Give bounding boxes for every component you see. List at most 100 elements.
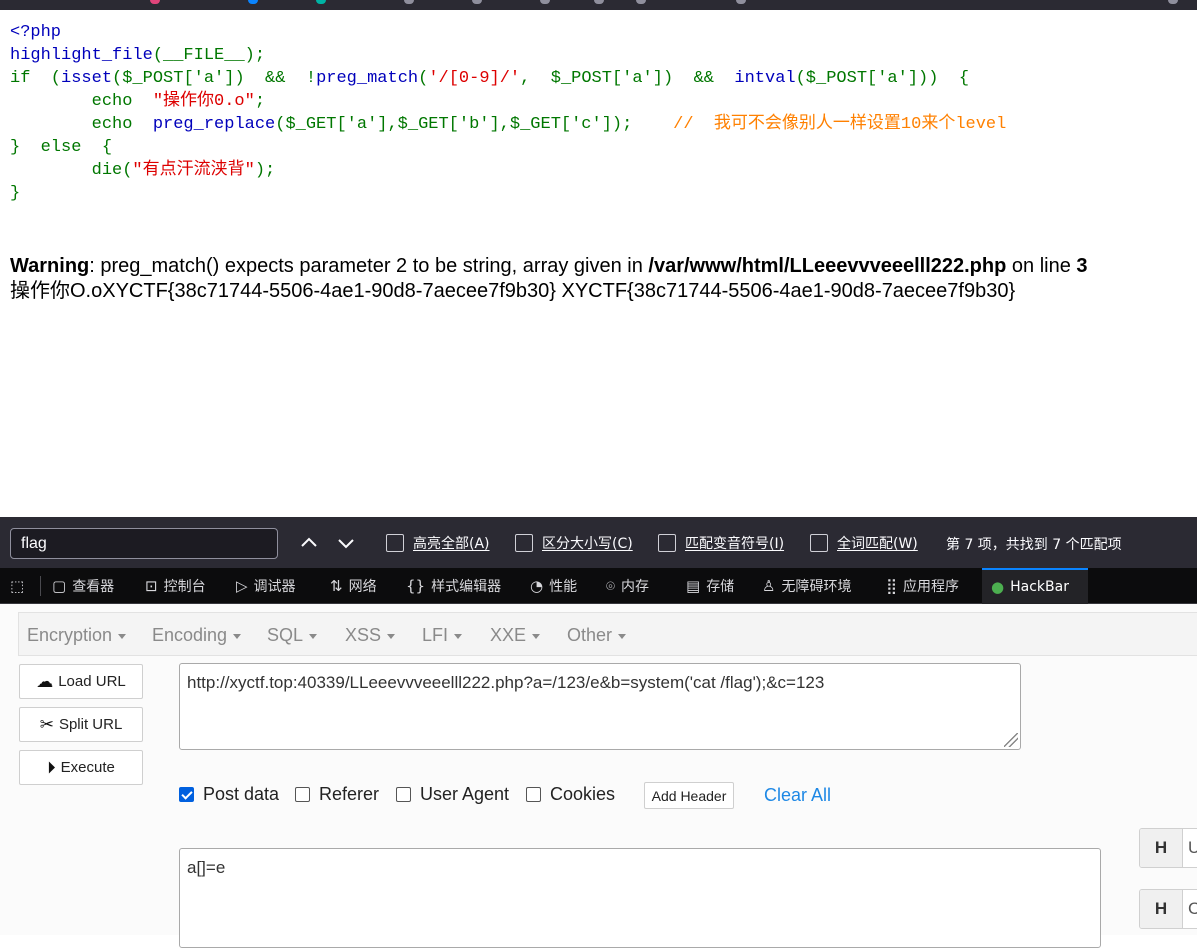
tab-storage[interactable]: ▤ 存储	[686, 568, 734, 604]
element-picker-button[interactable]: ⬚	[10, 568, 30, 604]
resize-grip-icon[interactable]	[1004, 733, 1018, 747]
cookies-checkbox[interactable]: Cookies	[526, 784, 615, 805]
tab-inspector[interactable]: ▢ 查看器	[52, 568, 114, 604]
tab-icon[interactable]	[540, 0, 550, 4]
url-text: http://xyctf.top:40339/LLeeevvveeelll222…	[187, 673, 825, 692]
code-comment: // 我可不会像别人一样设置10来个level	[632, 115, 1007, 134]
header-key: H	[1140, 829, 1183, 867]
user-agent-checkbox[interactable]: User Agent	[396, 784, 509, 805]
menu-label: Encoding	[152, 625, 228, 645]
split-url-button[interactable]: ✂ Split URL	[19, 707, 143, 742]
checkbox-box[interactable]	[295, 787, 310, 802]
tab-icon[interactable]	[472, 0, 482, 4]
header-value: U	[1188, 838, 1197, 858]
tab-application[interactable]: ⣿ 应用程序	[886, 568, 959, 604]
tab-memory[interactable]: ⌾ 内存	[606, 568, 649, 604]
tab-hackbar[interactable]: ● HackBar	[982, 568, 1088, 604]
button-label: Load URL	[58, 673, 126, 690]
match-diacritics-checkbox[interactable]: 匹配变音符号(I)	[658, 533, 784, 553]
code-token: );	[254, 161, 276, 180]
code-token: (	[418, 69, 429, 88]
warning-path: /var/www/html/LLeeevvveeelll222.php	[648, 255, 1007, 277]
tab-label: 调试器	[253, 579, 296, 595]
menu-xxe[interactable]: XXE	[490, 625, 541, 646]
code-token: , $_POST['a']) &&	[520, 69, 735, 88]
checkbox-label: 高亮全部(A)	[413, 536, 490, 552]
flag-output: 操作你O.oXYCTF{38c71744-5506-4ae1-90d8-7aec…	[10, 280, 1016, 302]
menu-lfi[interactable]: LFI	[422, 625, 463, 646]
hackbar-menu: Encryption Encoding SQL XSS LFI XXE Othe…	[18, 612, 1197, 656]
code-line: <?php	[10, 23, 62, 42]
post-data-textarea[interactable]: a[]=e	[179, 848, 1101, 948]
tab-label: 无障碍环境	[781, 579, 852, 595]
menu-label: LFI	[422, 625, 449, 645]
code-token: '/[0-9]/'	[428, 69, 521, 88]
highlight-all-checkbox[interactable]: 高亮全部(A)	[386, 533, 490, 553]
code-token: highlight_file	[10, 46, 153, 65]
menu-label: Other	[567, 625, 613, 645]
code-token: intval	[734, 69, 796, 88]
tab-label: 网络	[348, 579, 377, 595]
storage-icon: ▤	[686, 577, 701, 595]
tab-icon[interactable]	[316, 0, 326, 4]
checkbox-box[interactable]	[526, 787, 541, 802]
execute-button[interactable]: ⏵ Execute	[19, 750, 143, 785]
tab-performance[interactable]: ◔ 性能	[530, 568, 577, 604]
menu-xss[interactable]: XSS	[345, 625, 396, 646]
page-output: Warning: preg_match() expects parameter …	[10, 254, 1088, 304]
tab-icon[interactable]	[404, 0, 414, 4]
tab-label: 控制台	[163, 579, 206, 595]
caret-down-icon	[309, 633, 318, 639]
checkbox-label: 全词匹配(W)	[837, 536, 918, 552]
checkbox-box[interactable]	[515, 534, 533, 552]
match-case-checkbox[interactable]: 区分大小写(C)	[515, 533, 633, 553]
tab-icon[interactable]	[636, 0, 646, 4]
menu-encryption[interactable]: Encryption	[27, 625, 127, 646]
tab-style-editor[interactable]: {} 样式编辑器	[406, 568, 501, 604]
menu-label: XSS	[345, 625, 382, 645]
checkbox-box[interactable]	[386, 534, 404, 552]
checkbox-label: Referer	[319, 784, 380, 804]
tab-accessibility[interactable]: ♙ 无障碍环境	[762, 568, 851, 604]
checkbox-box[interactable]	[658, 534, 676, 552]
checkbox-label: 匹配变音符号(I)	[685, 536, 785, 552]
caret-down-icon	[454, 633, 463, 639]
tab-icon[interactable]	[1168, 0, 1178, 4]
toolbar-divider	[40, 576, 41, 596]
load-url-button[interactable]: ☁ Load URL	[19, 664, 143, 699]
tab-icon[interactable]	[248, 0, 258, 4]
tab-label: 样式编辑器	[431, 579, 502, 595]
code-token: ;	[254, 92, 266, 111]
tab-network[interactable]: ⇅ 网络	[330, 568, 377, 604]
find-input[interactable]: flag	[10, 528, 278, 559]
tab-icon[interactable]	[150, 0, 160, 4]
menu-other[interactable]: Other	[567, 625, 627, 646]
warning-on: on line	[1006, 255, 1077, 277]
code-token: die(	[10, 161, 133, 180]
chevron-down-icon[interactable]	[334, 531, 358, 555]
menu-sql[interactable]: SQL	[267, 625, 318, 646]
referer-checkbox[interactable]: Referer	[295, 784, 379, 805]
add-header-button[interactable]: Add Header	[644, 782, 734, 809]
warning-line: 3	[1076, 255, 1088, 277]
checkbox-box[interactable]	[396, 787, 411, 802]
clear-all-link[interactable]: Clear All	[764, 785, 831, 806]
header-row[interactable]: HU	[1139, 828, 1197, 868]
code-token: preg_match	[316, 69, 419, 88]
tab-icon[interactable]	[736, 0, 746, 4]
tab-label: 内存	[621, 579, 650, 595]
caret-down-icon	[618, 633, 627, 639]
post-data-checkbox[interactable]: Post data	[179, 784, 279, 805]
header-row[interactable]: HC	[1139, 889, 1197, 929]
whole-words-checkbox[interactable]: 全词匹配(W)	[810, 533, 918, 553]
debugger-icon: ▷	[236, 577, 248, 595]
checkbox-box[interactable]	[810, 534, 828, 552]
checkbox-checked[interactable]	[179, 787, 194, 802]
code-token: "有点汗流浃背"	[132, 161, 255, 180]
chevron-up-icon[interactable]	[297, 531, 321, 555]
tab-icon[interactable]	[594, 0, 604, 4]
tab-debugger[interactable]: ▷ 调试器	[236, 568, 296, 604]
tab-console[interactable]: ⊡ 控制台	[145, 568, 206, 604]
menu-encoding[interactable]: Encoding	[152, 625, 242, 646]
url-textarea[interactable]: http://xyctf.top:40339/LLeeevvveeelll222…	[179, 663, 1021, 750]
